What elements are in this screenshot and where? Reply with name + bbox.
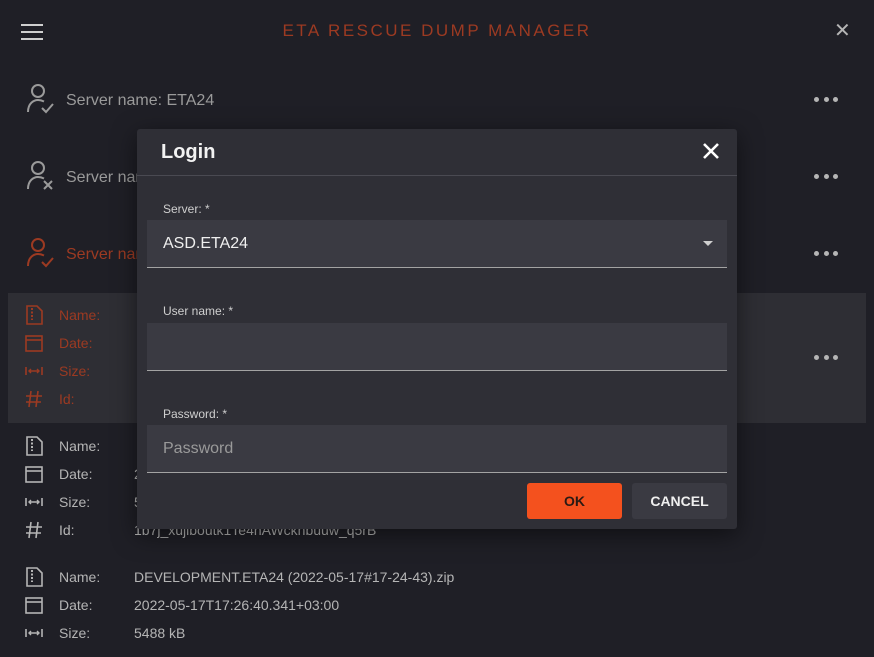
- username-field[interactable]: [147, 323, 727, 371]
- server-select[interactable]: ASD.ETA24: [147, 220, 727, 268]
- name-label: Name:: [59, 438, 101, 454]
- user-check-icon: [27, 84, 54, 114]
- dialog-title: Login: [161, 141, 216, 163]
- close-icon[interactable]: [701, 141, 721, 161]
- width-icon: [25, 498, 43, 506]
- username-input[interactable]: [163, 323, 711, 371]
- more-options-icon[interactable]: [814, 355, 838, 361]
- width-icon: [25, 629, 43, 637]
- name-label: Name:: [59, 307, 101, 323]
- name-label: Name:: [59, 569, 101, 585]
- calendar-icon: [25, 335, 43, 352]
- more-options-icon[interactable]: [814, 97, 838, 103]
- zip-file-icon: [26, 567, 43, 587]
- dump-name-line: Name: DEVELOPMENT.ETA24 (2022-05-17#17-2…: [8, 567, 866, 587]
- password-field-label: Password: *: [163, 407, 228, 421]
- size-label: Size:: [59, 625, 91, 641]
- width-icon: [25, 367, 43, 375]
- app-header: ETA RESCUE DUMP MANAGER ✕: [0, 0, 874, 62]
- dump-date-line: Date: 2022-05-17T17:26:40.341+03:00: [8, 595, 866, 615]
- dump-entry[interactable]: Name: DEVELOPMENT.ETA24 (2022-05-17#17-2…: [8, 556, 866, 657]
- close-icon[interactable]: ✕: [834, 21, 851, 41]
- more-options-icon[interactable]: [814, 174, 838, 180]
- app-title: ETA RESCUE DUMP MANAGER: [282, 21, 592, 40]
- password-field[interactable]: [147, 425, 727, 473]
- server-select-value: ASD.ETA24: [163, 235, 249, 252]
- zip-file-icon: [26, 436, 43, 456]
- name-value: DEVELOPMENT.ETA24 (2022-05-17#17-24-43).…: [134, 569, 455, 585]
- hash-icon: [26, 390, 42, 408]
- username-field-label: User name: *: [163, 304, 234, 318]
- calendar-icon: [25, 597, 43, 614]
- id-label: Id:: [59, 391, 75, 407]
- cancel-button[interactable]: CANCEL: [632, 483, 727, 519]
- size-value: 5488 kB: [134, 625, 186, 641]
- user-check-icon: [27, 238, 54, 268]
- server-field-label: Server: *: [163, 202, 210, 216]
- login-dialog: Login Server: * ASD.ETA24 User name: * P…: [137, 129, 737, 529]
- more-options-icon[interactable]: [814, 251, 838, 257]
- size-label: Size:: [59, 363, 91, 379]
- server-name-label: Server name: ETA24: [66, 92, 215, 109]
- ok-button[interactable]: OK: [527, 483, 622, 519]
- dump-size-line: Size: 5488 kB: [8, 623, 866, 643]
- hash-icon: [26, 521, 42, 539]
- date-label: Date:: [59, 335, 93, 351]
- date-value: 2022-05-17T17:26:40.341+03:00: [134, 597, 340, 613]
- zip-file-icon: [26, 305, 43, 325]
- size-label: Size:: [59, 494, 91, 510]
- server-row[interactable]: Server name: ETA24: [0, 62, 874, 138]
- user-x-icon: [27, 161, 53, 190]
- date-label: Date:: [59, 597, 93, 613]
- id-label: Id:: [59, 522, 75, 538]
- password-input[interactable]: [163, 425, 711, 473]
- chevron-down-icon: [703, 241, 713, 246]
- dialog-divider: [137, 175, 737, 176]
- calendar-icon: [25, 466, 43, 483]
- date-label: Date:: [59, 466, 93, 482]
